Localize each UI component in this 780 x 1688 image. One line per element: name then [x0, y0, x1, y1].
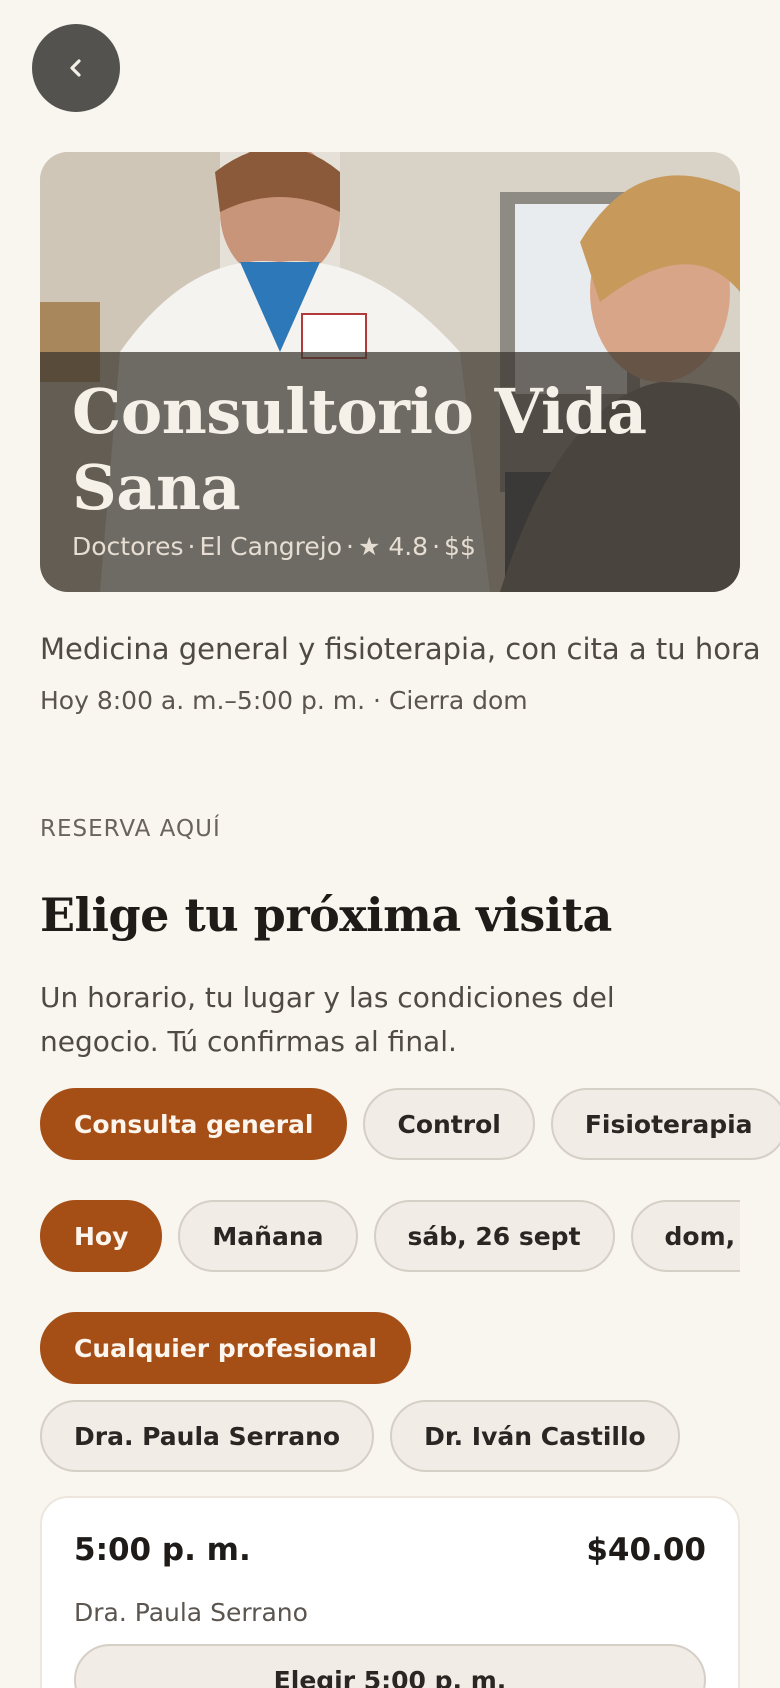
- category-label: Doctores: [72, 532, 184, 561]
- back-button[interactable]: [32, 24, 120, 112]
- date-chip-sab[interactable]: sáb, 26 sept: [373, 1200, 615, 1272]
- hero-overlay: Consultorio Vida Sana Doctores · El Cangre…: [40, 352, 740, 592]
- slot-price: $40.00: [586, 1532, 706, 1568]
- date-chip-hoy[interactable]: Hoy: [40, 1200, 163, 1272]
- choose-slot-button[interactable]: Elegir 5:00 p. m.: [74, 1644, 706, 1688]
- professional-chip-any[interactable]: Cualquier profesional: [40, 1312, 411, 1384]
- date-chip-manana[interactable]: Mañana: [178, 1200, 358, 1272]
- slot-professional: Dra. Paula Serrano: [74, 1598, 308, 1627]
- service-chip-consulta-general[interactable]: Consulta general: [40, 1088, 348, 1160]
- service-chip-fisioterapia[interactable]: Fisioterapia: [550, 1088, 780, 1160]
- meta-separator: ·: [187, 532, 196, 561]
- date-chips[interactable]: Hoy Mañana sáb, 26 sept dom, 27 sept: [40, 1200, 740, 1272]
- booking-subtitle: Un horario, tu lugar y las condiciones d…: [40, 981, 615, 1058]
- service-chips: Consulta general Control Fisioterapia: [40, 1088, 780, 1160]
- professional-chips: Cualquier profesional Dra. Paula Serrano…: [40, 1312, 740, 1472]
- business-name: Consultorio Vida Sana: [72, 375, 647, 524]
- booking-eyebrow: RESERVA AQUÍ: [40, 816, 221, 842]
- service-chip-control[interactable]: Control: [363, 1088, 535, 1160]
- date-chip-dom[interactable]: dom, 27 sept: [630, 1200, 740, 1272]
- neighborhood-label: El Cangrejo: [199, 532, 343, 561]
- professional-chip-paula-serrano[interactable]: Dra. Paula Serrano: [40, 1400, 375, 1472]
- chevron-left-icon: [70, 59, 81, 77]
- business-description: Medicina general y fisioterapia, con cit…: [40, 632, 761, 666]
- business-hours: Hoy 8:00 a. m.–5:00 p. m. · Cierra dom: [40, 686, 528, 715]
- professional-chip-ivan-castillo[interactable]: Dr. Iván Castillo: [390, 1400, 680, 1472]
- meta-separator: ·: [346, 532, 354, 561]
- meta-separator: ·: [432, 532, 441, 561]
- business-meta: Doctores · El Cangrejo · ★ 4.8 · $$: [72, 532, 708, 561]
- booking-title: Elige tu próxima visita: [40, 888, 612, 942]
- time-slot-card: 5:00 p. m. $40.00 Dra. Paula Serrano Ele…: [40, 1496, 740, 1688]
- hero-card: Consultorio Vida Sana Doctores · El Cangre…: [40, 152, 740, 592]
- slot-time: 5:00 p. m.: [74, 1532, 251, 1568]
- price-level-label: $$: [444, 532, 476, 561]
- rating-label: ★ 4.8: [357, 532, 429, 561]
